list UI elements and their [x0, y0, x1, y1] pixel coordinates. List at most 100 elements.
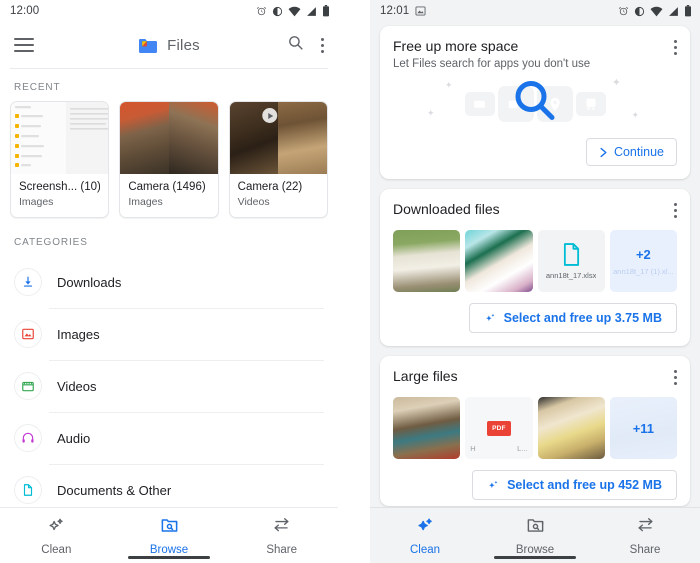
sparkle-icon — [485, 313, 495, 321]
category-label: Audio — [57, 430, 91, 446]
nav-item-clean[interactable]: Clean — [0, 508, 113, 563]
hamburger-menu-icon[interactable] — [14, 38, 34, 52]
file-doc-icon — [563, 242, 579, 266]
recent-card-subtitle: Videos — [237, 196, 270, 208]
recent-thumbnail — [120, 102, 218, 174]
file-tile-name: ann18t_17 (1).xl... — [613, 266, 674, 276]
right-content-scroll[interactable]: Free up more space Let Files search for … — [370, 22, 700, 507]
nav-item-browse[interactable]: Browse — [480, 508, 590, 563]
category-item-images[interactable]: Images — [0, 308, 338, 360]
downloaded-files-tiles: ann18t_17.xlsx +2 ann18t_17 (1).xl... — [393, 230, 677, 292]
left-bottom-nav: Clean Browse Share — [0, 507, 338, 563]
recent-thumbnail — [11, 102, 109, 174]
file-tile-more[interactable]: +11 — [609, 397, 677, 459]
pdf-tile-corner-left: H — [470, 444, 476, 453]
search-icon[interactable] — [287, 34, 304, 56]
pdf-badge: PDF — [487, 420, 511, 436]
video-icon — [14, 372, 42, 400]
select-and-free-up-button[interactable]: Select and free up 3.75 MB — [468, 303, 677, 333]
left-app-bar: Files — [0, 22, 338, 68]
file-tile-photo[interactable] — [537, 397, 605, 459]
dual-screenshot-comparison: 12:00 Files RECENT Screensh... (10) Imag… — [0, 0, 700, 563]
card-title: Large files — [393, 368, 458, 384]
left-content-scroll[interactable]: RECENT Screensh... (10) Images Camera (1… — [0, 69, 338, 507]
category-label: Videos — [57, 378, 97, 394]
more-vert-icon[interactable] — [673, 201, 677, 219]
file-tile-more[interactable]: +2 ann18t_17 (1).xl... — [609, 230, 677, 292]
status-time: 12:01 — [380, 5, 410, 17]
nav-label: Clean — [409, 543, 441, 556]
nav-label: Clean — [41, 543, 72, 556]
dnd-icon — [272, 6, 283, 17]
app-chip-transit-icon — [575, 92, 606, 116]
nav-label: Share — [629, 543, 661, 556]
card-large-files[interactable]: Large files PDF H L... +11 Select and fr… — [380, 356, 690, 506]
categories-section-label: CATEGORIES — [14, 237, 88, 248]
screenshot-image-icon — [415, 6, 426, 16]
nav-item-share[interactable]: Share — [225, 508, 338, 563]
file-tile-photo[interactable] — [393, 230, 461, 292]
battery-icon — [322, 5, 330, 17]
files-logo-icon — [138, 37, 158, 54]
category-item-audio[interactable]: Audio — [0, 412, 338, 464]
wifi-icon — [288, 6, 301, 17]
signal-icon — [668, 6, 679, 17]
recent-card-camera-videos[interactable]: Camera (22) Videos — [228, 101, 328, 218]
file-tile-photo[interactable] — [393, 397, 461, 459]
browse-folder-search-icon — [526, 516, 545, 540]
status-time: 12:00 — [10, 5, 40, 17]
select-and-free-up-button[interactable]: Select and free up 452 MB — [472, 470, 677, 500]
recent-card-screenshots[interactable]: Screensh... (10) Images — [10, 101, 110, 218]
nav-item-browse[interactable]: Browse — [113, 508, 226, 563]
file-tile-document[interactable]: ann18t_17.xlsx — [537, 230, 605, 292]
nav-item-share[interactable]: Share — [590, 508, 700, 563]
document-icon — [14, 476, 42, 504]
continue-button[interactable]: Continue — [585, 138, 677, 166]
gesture-home-bar[interactable] — [128, 556, 210, 559]
dnd-icon — [634, 6, 645, 17]
gesture-home-bar[interactable] — [494, 556, 576, 559]
category-item-videos[interactable]: Videos — [0, 360, 338, 412]
category-item-downloads[interactable]: Downloads — [0, 256, 338, 308]
card-downloaded-files[interactable]: Downloaded files ann18t_17.xlsx +2 ann18… — [380, 189, 690, 346]
file-tile-pdf[interactable]: PDF H L... — [465, 397, 533, 459]
more-vert-icon[interactable] — [320, 36, 324, 54]
more-vert-icon[interactable] — [673, 38, 677, 56]
nav-label: Share — [266, 543, 298, 556]
recent-thumbnail — [229, 102, 327, 174]
card-free-up-more-space[interactable]: Free up more space Let Files search for … — [380, 26, 690, 179]
share-arrows-icon — [636, 516, 655, 540]
recent-card-subtitle: Images — [19, 196, 54, 208]
chevron-right-icon — [600, 147, 607, 157]
left-status-bar: 12:00 — [0, 0, 338, 22]
recent-card-title: Camera (1496) — [128, 181, 206, 193]
download-icon — [14, 268, 42, 296]
select-and-free-up-label: Select and free up 452 MB — [507, 478, 662, 492]
right-status-bar: 12:01 — [370, 0, 700, 22]
wifi-icon — [650, 6, 663, 17]
file-tile-name: ann18t_17.xlsx — [545, 270, 597, 280]
sparkle-icon — [489, 480, 498, 488]
battery-icon — [684, 5, 692, 17]
file-tile-more-badge: +2 — [635, 246, 651, 262]
category-label: Downloads — [57, 274, 122, 290]
category-item-documents[interactable]: Documents & Other — [0, 464, 338, 507]
right-phone-screen: 12:01 Free up more space Let Files searc… — [370, 0, 700, 563]
sparkle-decoration-icon: ✦ — [631, 110, 639, 120]
recent-card-title: Screensh... (10) — [19, 181, 101, 193]
continue-button-label: Continue — [613, 145, 664, 159]
signal-icon — [306, 6, 317, 17]
file-tile-photo[interactable] — [465, 230, 533, 292]
large-files-tiles: PDF H L... +11 — [393, 397, 677, 459]
recent-card-subtitle: Images — [128, 196, 163, 208]
search-magnifier-icon — [512, 79, 558, 130]
headphones-icon — [14, 424, 42, 452]
sparkle-decoration-icon: ✦ — [427, 108, 435, 118]
nav-item-clean[interactable]: Clean — [370, 508, 480, 563]
alarm-icon — [618, 6, 629, 17]
left-phone-screen: 12:00 Files RECENT Screensh... (10) Imag… — [0, 0, 338, 563]
recent-card-camera-images[interactable]: Camera (1496) Images — [119, 101, 219, 218]
more-vert-icon[interactable] — [673, 368, 677, 386]
right-bottom-nav: Clean Browse Share — [370, 507, 700, 563]
recent-section-label: RECENT — [14, 82, 61, 93]
